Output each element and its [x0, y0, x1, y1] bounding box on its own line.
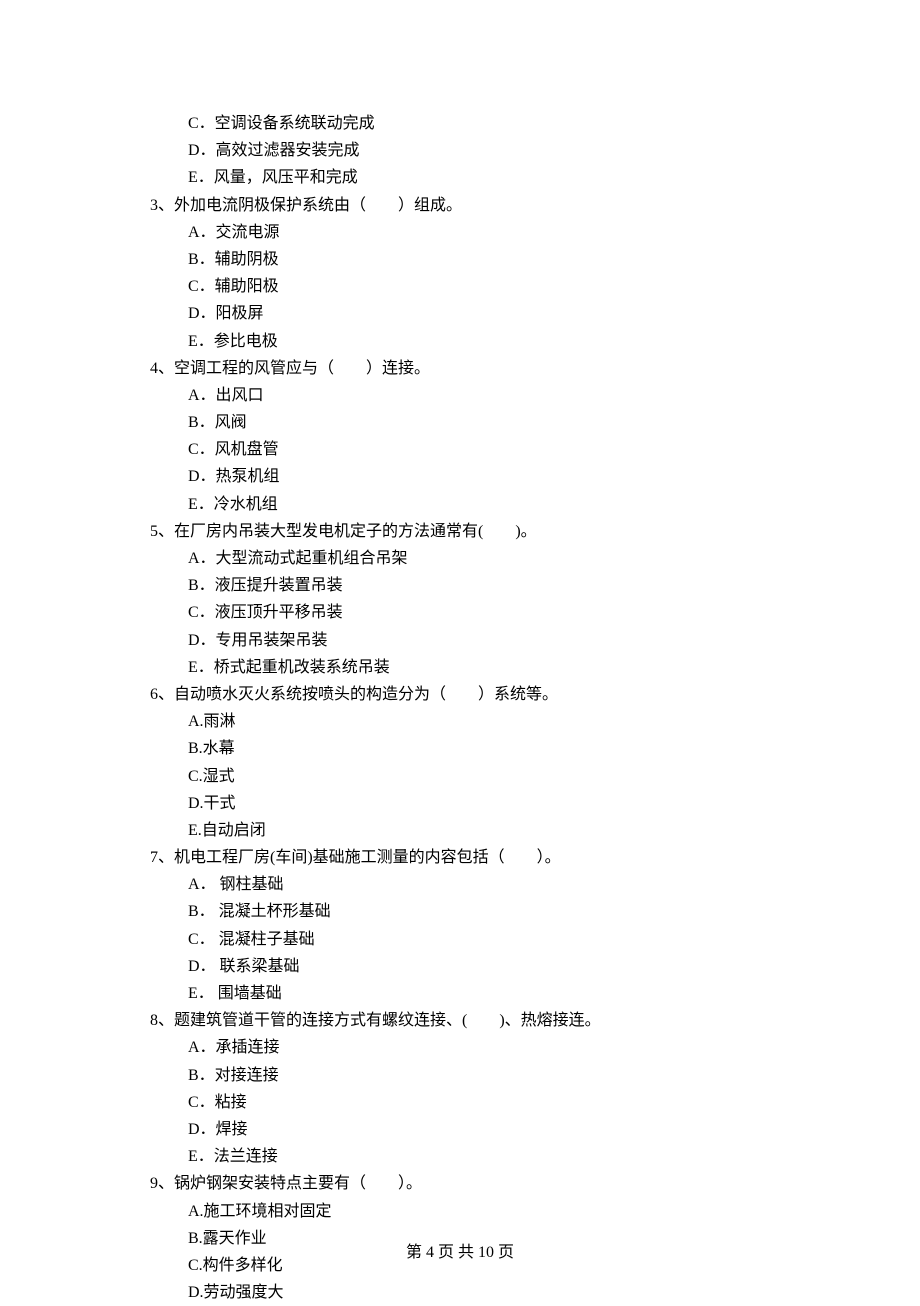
- question-stem: 9、锅炉钢架安装特点主要有（ ）。: [150, 1170, 820, 1197]
- option-item: C．空调设备系统联动完成: [188, 110, 820, 137]
- option-item: D.干式: [188, 790, 820, 817]
- option-item: B．风阀: [188, 409, 820, 436]
- option-group: A． 钢柱基础 B． 混凝土杯形基础 C． 混凝柱子基础 D． 联系梁基础 E．…: [150, 871, 820, 1007]
- question-stem: 5、在厂房内吊装大型发电机定子的方法通常有( )。: [150, 518, 820, 545]
- option-item: C.湿式: [188, 763, 820, 790]
- option-item: C．辅助阳极: [188, 273, 820, 300]
- option-item: E．桥式起重机改装系统吊装: [188, 654, 820, 681]
- option-item: E．冷水机组: [188, 491, 820, 518]
- exam-page: C．空调设备系统联动完成 D．高效过滤器安装完成 E．风量，风压平和完成 3、外…: [0, 0, 920, 1306]
- page-footer: 第 4 页 共 10 页: [0, 1239, 920, 1266]
- option-item: D． 联系梁基础: [188, 953, 820, 980]
- option-item: C．液压顶升平移吊装: [188, 599, 820, 626]
- option-item: E．参比电极: [188, 328, 820, 355]
- option-item: B．辅助阴极: [188, 246, 820, 273]
- option-item: C．粘接: [188, 1089, 820, 1116]
- question-stem: 7、机电工程厂房(车间)基础施工测量的内容包括（ ）。: [150, 844, 820, 871]
- question-8: 8、题建筑管道干管的连接方式有螺纹连接、( )、热熔接连。 A．承插连接 B．对…: [150, 1007, 820, 1170]
- option-group: A．交流电源 B．辅助阴极 C．辅助阳极 D．阳极屏 E．参比电极: [150, 219, 820, 355]
- question-3: 3、外加电流阴极保护系统由（ ）组成。 A．交流电源 B．辅助阴极 C．辅助阳极…: [150, 192, 820, 355]
- option-item: A．承插连接: [188, 1034, 820, 1061]
- carryover-options: C．空调设备系统联动完成 D．高效过滤器安装完成 E．风量，风压平和完成: [150, 110, 820, 192]
- option-item: B.水幕: [188, 735, 820, 762]
- option-item: D．高效过滤器安装完成: [188, 137, 820, 164]
- option-item: D．焊接: [188, 1116, 820, 1143]
- option-item: E．法兰连接: [188, 1143, 820, 1170]
- question-7: 7、机电工程厂房(车间)基础施工测量的内容包括（ ）。 A． 钢柱基础 B． 混…: [150, 844, 820, 1007]
- question-6: 6、自动喷水灭火系统按喷头的构造分为（ ）系统等。 A.雨淋 B.水幕 C.湿式…: [150, 681, 820, 844]
- question-stem: 4、空调工程的风管应与（ ）连接。: [150, 355, 820, 382]
- option-item: E．风量，风压平和完成: [188, 164, 820, 191]
- question-5: 5、在厂房内吊装大型发电机定子的方法通常有( )。 A．大型流动式起重机组合吊架…: [150, 518, 820, 681]
- option-item: A．大型流动式起重机组合吊架: [188, 545, 820, 572]
- option-item: B． 混凝土杯形基础: [188, 898, 820, 925]
- option-item: B．液压提升装置吊装: [188, 572, 820, 599]
- question-stem: 6、自动喷水灭火系统按喷头的构造分为（ ）系统等。: [150, 681, 820, 708]
- option-item: D．热泵机组: [188, 463, 820, 490]
- option-item: A.施工环境相对固定: [188, 1198, 820, 1225]
- question-4: 4、空调工程的风管应与（ ）连接。 A．出风口 B．风阀 C．风机盘管 D．热泵…: [150, 355, 820, 518]
- question-stem: 8、题建筑管道干管的连接方式有螺纹连接、( )、热熔接连。: [150, 1007, 820, 1034]
- option-item: E.自动启闭: [188, 817, 820, 844]
- option-group: A．出风口 B．风阀 C．风机盘管 D．热泵机组 E．冷水机组: [150, 382, 820, 518]
- option-item: A．交流电源: [188, 219, 820, 246]
- option-group: A．大型流动式起重机组合吊架 B．液压提升装置吊装 C．液压顶升平移吊装 D．专…: [150, 545, 820, 681]
- option-group: A.雨淋 B.水幕 C.湿式 D.干式 E.自动启闭: [150, 708, 820, 844]
- option-item: A． 钢柱基础: [188, 871, 820, 898]
- option-item: C．风机盘管: [188, 436, 820, 463]
- option-item: E． 围墙基础: [188, 980, 820, 1007]
- option-item: D．专用吊装架吊装: [188, 627, 820, 654]
- option-item: A．出风口: [188, 382, 820, 409]
- option-item: B．对接连接: [188, 1062, 820, 1089]
- option-group: A．承插连接 B．对接连接 C．粘接 D．焊接 E．法兰连接: [150, 1034, 820, 1170]
- option-item: D．阳极屏: [188, 300, 820, 327]
- question-stem: 3、外加电流阴极保护系统由（ ）组成。: [150, 192, 820, 219]
- option-item: C． 混凝柱子基础: [188, 926, 820, 953]
- option-item: A.雨淋: [188, 708, 820, 735]
